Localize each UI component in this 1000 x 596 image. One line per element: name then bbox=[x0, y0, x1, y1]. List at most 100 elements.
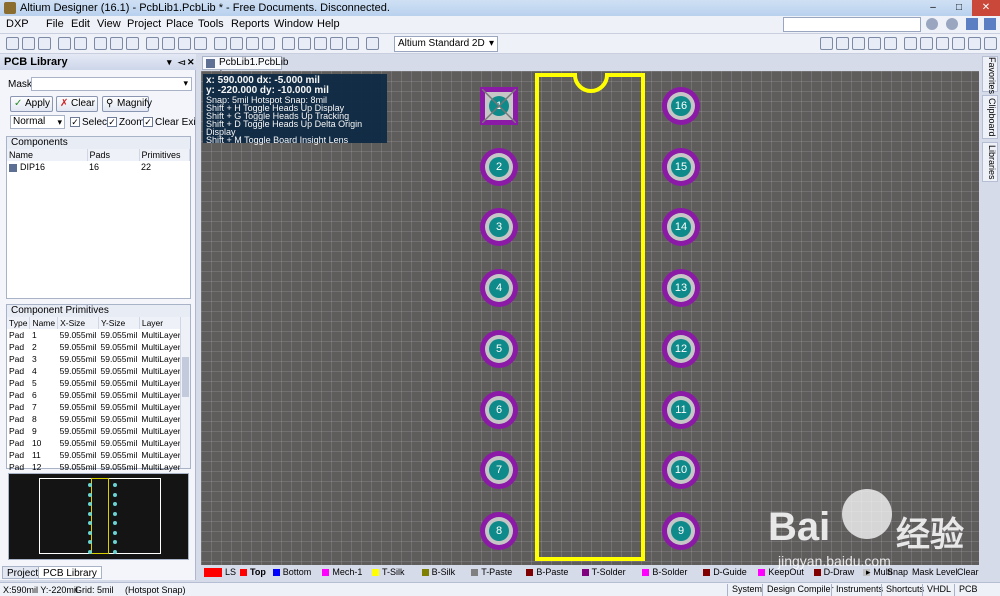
home-icon[interactable] bbox=[966, 18, 978, 30]
col-header[interactable]: Name bbox=[29, 317, 59, 329]
arc-edge-icon[interactable] bbox=[920, 37, 933, 50]
tab-pcb-library[interactable]: PCB Library bbox=[38, 566, 102, 579]
select-area-icon[interactable] bbox=[282, 37, 295, 50]
mode-select[interactable]: Normal ▾ bbox=[10, 115, 65, 129]
open-icon[interactable] bbox=[22, 37, 35, 50]
zoom-filtered-icon[interactable] bbox=[194, 37, 207, 50]
layer-tab-t-silk[interactable]: T-Silk bbox=[372, 567, 405, 577]
pad-tool-icon[interactable] bbox=[836, 37, 849, 50]
array-paste-icon[interactable] bbox=[984, 37, 997, 50]
redo-icon[interactable] bbox=[346, 37, 359, 50]
table-row[interactable]: Pad 2 59.055mil 59.055mil MultiLayer bbox=[7, 341, 183, 353]
col-header[interactable]: Y-Size bbox=[98, 317, 140, 329]
menu-help[interactable]: Help bbox=[317, 18, 340, 30]
menu-window[interactable]: Window bbox=[274, 18, 313, 30]
layer-tab-ls[interactable]: LS bbox=[204, 567, 236, 578]
col-header[interactable]: Primitives bbox=[139, 149, 190, 161]
zoom-selected-icon[interactable] bbox=[178, 37, 191, 50]
primitives-scrollbar[interactable] bbox=[180, 317, 190, 468]
pad[interactable]: 11 bbox=[662, 390, 700, 429]
pad[interactable]: 9 bbox=[662, 511, 700, 550]
layer-tab-b-paste[interactable]: B-Paste bbox=[526, 567, 568, 577]
table-row[interactable]: Pad 6 59.055mil 59.055mil MultiLayer bbox=[7, 389, 183, 401]
layer-tab-t-solder[interactable]: T-Solder bbox=[581, 567, 626, 577]
pad[interactable]: 5 bbox=[480, 329, 518, 368]
pad[interactable]: 13 bbox=[662, 269, 700, 308]
menu-edit[interactable]: Edit bbox=[71, 18, 90, 30]
col-header[interactable]: Type bbox=[7, 317, 31, 329]
layer-tab-t-paste[interactable]: T-Paste bbox=[471, 567, 512, 577]
status-vhdl[interactable]: VHDL bbox=[922, 584, 955, 596]
col-header[interactable]: Pads bbox=[87, 149, 140, 161]
zoom-fit-icon[interactable] bbox=[146, 37, 159, 50]
table-row[interactable]: Pad 8 59.055mil 59.055mil MultiLayer bbox=[7, 413, 183, 425]
save-icon[interactable] bbox=[38, 37, 51, 50]
pad[interactable]: 1 bbox=[480, 87, 518, 125]
status-instruments[interactable]: Instruments bbox=[831, 584, 887, 596]
col-header[interactable]: X-Size bbox=[57, 317, 99, 329]
table-row[interactable]: Pad 11 59.055mil 59.055mil MultiLayer bbox=[7, 449, 183, 461]
navigation-input[interactable] bbox=[783, 17, 921, 32]
board-icon[interactable] bbox=[110, 37, 123, 50]
grid-icon[interactable] bbox=[366, 37, 379, 50]
menu-project[interactable]: Project bbox=[127, 18, 161, 30]
table-row[interactable]: DIP16 16 22 bbox=[7, 161, 190, 173]
new-icon[interactable] bbox=[6, 37, 19, 50]
tab-favorites[interactable]: Favorites bbox=[982, 56, 998, 94]
magnify-button[interactable]: ⚲ Magnify bbox=[102, 96, 152, 112]
menu-place[interactable]: Place bbox=[166, 18, 194, 30]
table-row[interactable]: Pad 9 59.055mil 59.055mil MultiLayer bbox=[7, 425, 183, 437]
via-tool-icon[interactable] bbox=[852, 37, 865, 50]
fill-icon[interactable] bbox=[968, 37, 981, 50]
mask-input[interactable]: ▾ bbox=[31, 77, 192, 91]
table-row[interactable]: Pad 4 59.055mil 59.055mil MultiLayer bbox=[7, 365, 183, 377]
status-system[interactable]: System bbox=[727, 584, 766, 596]
col-header[interactable]: Layer bbox=[139, 317, 184, 329]
print-icon[interactable] bbox=[58, 37, 71, 50]
select-checkbox[interactable]: ✓ bbox=[70, 117, 80, 127]
minimize-button[interactable]: – bbox=[920, 0, 946, 16]
pad[interactable]: 16 bbox=[662, 87, 700, 125]
paste-icon[interactable] bbox=[246, 37, 259, 50]
pad[interactable]: 2 bbox=[480, 147, 518, 186]
move-icon[interactable] bbox=[298, 37, 311, 50]
cut-icon[interactable] bbox=[214, 37, 227, 50]
clear-existing-checkbox[interactable]: ✓ bbox=[143, 117, 153, 127]
menu-tools[interactable]: Tools bbox=[198, 18, 224, 30]
pad[interactable]: 8 bbox=[480, 511, 518, 550]
mini-viewer[interactable] bbox=[8, 473, 189, 560]
pad[interactable]: 7 bbox=[480, 451, 518, 490]
menu-dxp[interactable]: DXP bbox=[6, 18, 29, 30]
zoom-checkbox[interactable]: ✓ bbox=[107, 117, 117, 127]
copy-icon[interactable] bbox=[230, 37, 243, 50]
arc-any-icon[interactable] bbox=[936, 37, 949, 50]
status-design-compiler[interactable]: Design Compiler bbox=[762, 584, 838, 596]
layer-tab-top[interactable]: Top bbox=[240, 567, 266, 577]
rubber-stamp-icon[interactable] bbox=[262, 37, 275, 50]
3d-icon[interactable] bbox=[94, 37, 107, 50]
table-row[interactable]: Pad 5 59.055mil 59.055mil MultiLayer bbox=[7, 377, 183, 389]
layer-tab-b-silk[interactable]: B-Silk bbox=[421, 567, 455, 577]
deselect-icon[interactable] bbox=[314, 37, 327, 50]
pad[interactable]: 12 bbox=[662, 329, 700, 368]
apply-button[interactable]: ✓ Apply bbox=[10, 96, 53, 112]
menu-file[interactable]: File bbox=[46, 18, 64, 30]
text-tool-icon[interactable] bbox=[868, 37, 881, 50]
forward-icon[interactable] bbox=[946, 18, 958, 30]
print-preview-icon[interactable] bbox=[74, 37, 87, 50]
layer-tab-d-guide[interactable]: D-Guide bbox=[703, 567, 747, 577]
panel-close-icon[interactable]: ✕ bbox=[187, 54, 195, 70]
view-mode-select[interactable]: Altium Standard 2D ▾ bbox=[394, 36, 498, 52]
back-icon[interactable] bbox=[926, 18, 938, 30]
clear-button[interactable]: ✗ Clear bbox=[56, 96, 98, 112]
coordinate-tool-icon[interactable] bbox=[884, 37, 897, 50]
pad[interactable]: 6 bbox=[480, 390, 518, 429]
layer-tab-bottom[interactable]: Bottom bbox=[272, 567, 311, 577]
component-icon[interactable] bbox=[126, 37, 139, 50]
tab-clipboard[interactable]: Clipboard bbox=[982, 95, 998, 139]
table-row[interactable]: Pad 7 59.055mil 59.055mil MultiLayer bbox=[7, 401, 183, 413]
col-header[interactable]: Name bbox=[7, 149, 88, 161]
status-shortcuts[interactable]: Shortcuts bbox=[881, 584, 928, 596]
layer-tab-mech-1[interactable]: Mech-1 bbox=[322, 567, 362, 577]
close-button[interactable]: ✕ bbox=[972, 0, 1000, 16]
